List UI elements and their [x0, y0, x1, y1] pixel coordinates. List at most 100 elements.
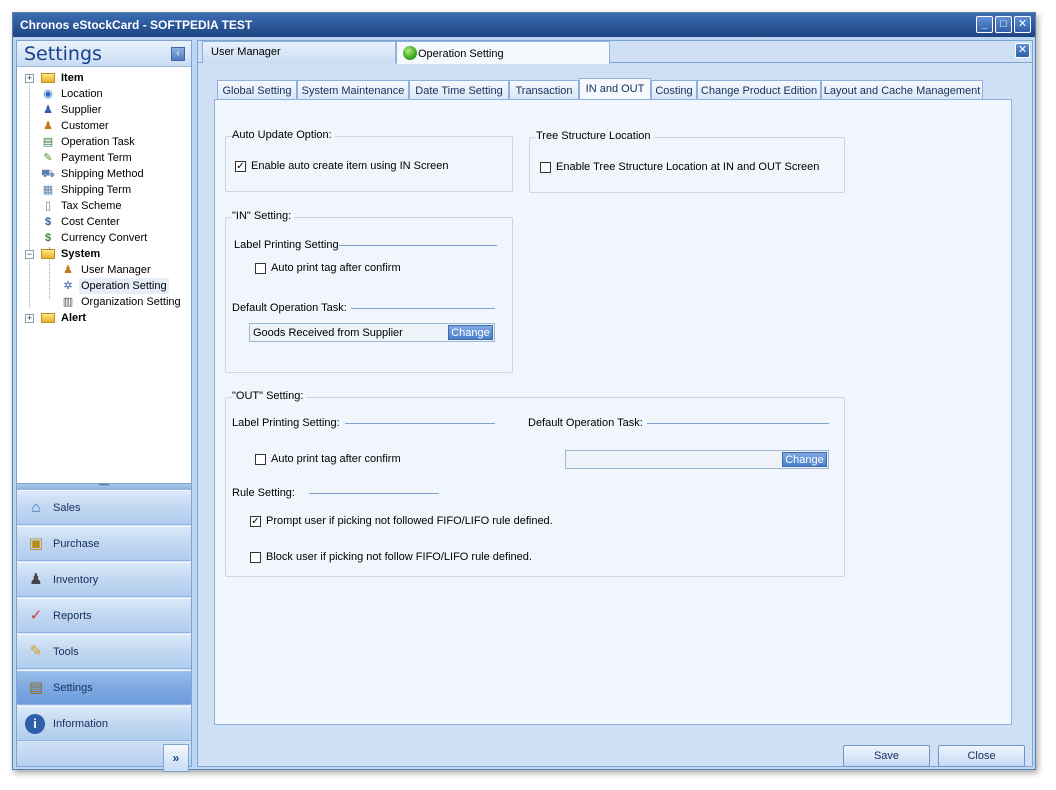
- tree-item-user-manager[interactable]: ♟ User Manager: [17, 262, 191, 278]
- collapse-pane-button[interactable]: ‹: [171, 47, 185, 61]
- tree-item-label: Tax Scheme: [61, 200, 122, 212]
- prompt-user-label: Prompt user if picking not followed FIFO…: [266, 515, 553, 527]
- settings-icon: ▤: [28, 679, 44, 696]
- tree-item-shipping-method[interactable]: ⛟ Shipping Method: [17, 166, 191, 182]
- tab-global-setting[interactable]: Global Setting: [217, 80, 297, 100]
- tree-item-alert[interactable]: + Alert: [17, 310, 191, 326]
- folder-icon: [41, 313, 55, 323]
- out-setting-title: "OUT" Setting:: [232, 390, 307, 402]
- tree-item-label: Supplier: [61, 104, 102, 116]
- tree-structure-checkbox[interactable]: [540, 162, 551, 173]
- settings-pane-header: Settings ‹: [17, 41, 191, 67]
- folder-icon: [41, 249, 55, 259]
- tree-item-currency-convert[interactable]: $ Currency Convert: [17, 230, 191, 246]
- save-button[interactable]: Save: [843, 745, 930, 767]
- out-default-task-field[interactable]: Change: [565, 450, 829, 469]
- status-green-icon: [403, 46, 417, 60]
- rule-setting-title: Rule Setting:: [232, 487, 298, 499]
- tree-item-organization-setting[interactable]: ▥ Organization Setting: [17, 294, 191, 310]
- in-default-task-title: Default Operation Task:: [232, 302, 350, 314]
- tab-system-maintenance[interactable]: System Maintenance: [297, 80, 409, 100]
- in-change-button[interactable]: Change: [448, 325, 493, 340]
- tree-item-operation-setting[interactable]: ✲ Operation Setting: [17, 278, 191, 294]
- person-icon: ♟: [43, 120, 53, 132]
- auto-create-item-checkbox[interactable]: ✓: [235, 161, 246, 172]
- tree-item-label: Shipping Method: [61, 168, 144, 180]
- in-label-printing-title: Label Printing Setting: [234, 239, 342, 251]
- in-auto-print-checkbox[interactable]: [255, 263, 266, 274]
- doc-tab-operation-setting[interactable]: Operation Setting: [396, 41, 610, 64]
- tree-item-supplier[interactable]: ♟ Supplier: [17, 102, 191, 118]
- prompt-user-checkbox[interactable]: ✓: [250, 516, 261, 527]
- tree-item-label: Customer: [61, 120, 109, 132]
- settings-pane-title: Settings: [24, 43, 102, 65]
- tree-item-label: System: [61, 248, 101, 260]
- nav-settings[interactable]: ▤ Settings: [17, 670, 191, 705]
- globe-icon: ◉: [43, 88, 53, 100]
- collapse-icon[interactable]: −: [25, 250, 34, 259]
- in-and-out-page: Auto Update Option: ✓ Enable auto create…: [214, 99, 1012, 725]
- minimize-button[interactable]: _: [976, 16, 993, 33]
- chart-icon: ✓: [29, 607, 43, 624]
- tab-in-and-out[interactable]: IN and OUT: [579, 78, 651, 100]
- expand-icon[interactable]: +: [25, 74, 34, 83]
- doc-tab-user-manager[interactable]: User Manager: [202, 41, 396, 63]
- tools-icon: ✎: [29, 643, 43, 660]
- person-icon: ♟: [43, 104, 53, 116]
- tree-item-operation-task[interactable]: ▤ Operation Task: [17, 134, 191, 150]
- dollar-icon: $: [44, 232, 52, 244]
- rule-setting-rule: [309, 493, 439, 494]
- nav-inventory[interactable]: ♟ Inventory: [17, 562, 191, 597]
- users-icon: ♟: [63, 264, 73, 276]
- out-change-button[interactable]: Change: [782, 452, 827, 467]
- tree-item-tax-scheme[interactable]: ▯ Tax Scheme: [17, 198, 191, 214]
- pane-splitter[interactable]: •••••: [17, 483, 191, 490]
- out-default-task-title: Default Operation Task:: [528, 417, 646, 429]
- nav-tools[interactable]: ✎ Tools: [17, 634, 191, 669]
- in-auto-print-label: Auto print tag after confirm: [271, 262, 401, 274]
- tab-transaction[interactable]: Transaction: [509, 80, 579, 100]
- tab-date-time-setting[interactable]: Date Time Setting: [409, 80, 509, 100]
- nav-label: Information: [53, 718, 109, 730]
- settings-tree: + Item ◉ Location ♟ Supplier ♟ Customer …: [17, 67, 191, 483]
- nav-purchase[interactable]: ▣ Purchase: [17, 526, 191, 561]
- content-area: User Manager Operation Setting ✕ Global …: [197, 40, 1033, 767]
- nav-label: Settings: [53, 682, 93, 694]
- tree-item-label: Operation Setting: [79, 278, 169, 294]
- gear-icon: ✲: [63, 280, 73, 292]
- nav-footer: »: [17, 742, 191, 772]
- nav-label: Sales: [53, 502, 81, 514]
- nav-sales[interactable]: ⌂ Sales: [17, 490, 191, 525]
- more-buttons-icon[interactable]: »: [163, 744, 189, 772]
- bag-icon: ▣: [28, 535, 44, 552]
- tree-item-customer[interactable]: ♟ Customer: [17, 118, 191, 134]
- maximize-button[interactable]: □: [995, 16, 1012, 33]
- block-user-checkbox[interactable]: [250, 552, 261, 563]
- expand-icon[interactable]: +: [25, 314, 34, 323]
- tree-item-location[interactable]: ◉ Location: [17, 86, 191, 102]
- tree-item-payment-term[interactable]: ✎ Payment Term: [17, 150, 191, 166]
- tree-item-cost-center[interactable]: $ Cost Center: [17, 214, 191, 230]
- tree-structure-label: Enable Tree Structure Location at IN and…: [556, 161, 820, 173]
- tree-item-label: Location: [61, 88, 103, 100]
- tree-item-label: Operation Task: [61, 136, 135, 148]
- tab-costing[interactable]: Costing: [651, 80, 697, 100]
- tree-item-label: User Manager: [81, 264, 151, 276]
- tree-item-system[interactable]: − System: [17, 246, 191, 262]
- in-default-task-field[interactable]: Goods Received from Supplier Change: [249, 323, 495, 342]
- document-icon: ▦: [42, 184, 54, 196]
- nav-reports[interactable]: ✓ Reports: [17, 598, 191, 633]
- document-tabs: User Manager Operation Setting ✕: [198, 41, 1032, 64]
- nav-information[interactable]: i Information: [17, 706, 191, 741]
- close-tab-icon[interactable]: ✕: [1015, 43, 1030, 58]
- tree-item-item[interactable]: + Item: [17, 70, 191, 86]
- tree-item-label: Organization Setting: [81, 296, 181, 308]
- out-auto-print-checkbox[interactable]: [255, 454, 266, 465]
- document-icon: ▯: [44, 200, 52, 212]
- tree-item-shipping-term[interactable]: ▦ Shipping Term: [17, 182, 191, 198]
- tab-change-product-edition[interactable]: Change Product Edition: [697, 80, 821, 100]
- close-window-button[interactable]: ✕: [1014, 16, 1031, 33]
- person-icon: ♟: [29, 571, 43, 588]
- close-button[interactable]: Close: [938, 745, 1025, 767]
- tab-layout-cache-management[interactable]: Layout and Cache Management: [821, 80, 983, 100]
